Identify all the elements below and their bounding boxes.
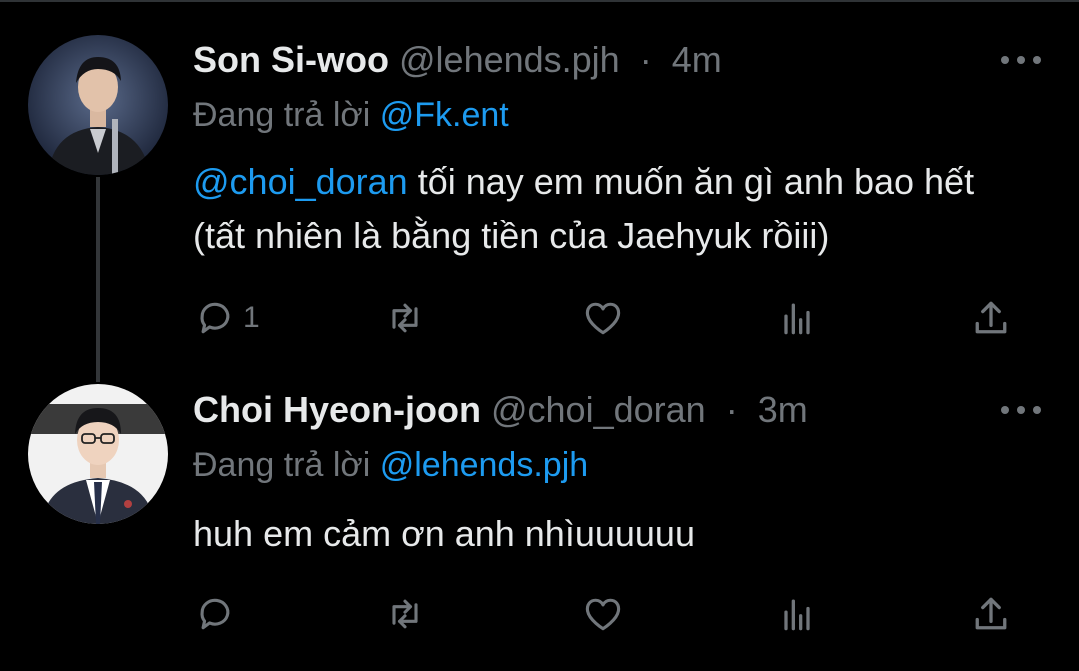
reply-icon: [200, 598, 230, 630]
retweet-icon: [392, 303, 418, 333]
user-handle[interactable]: @lehends.pjh: [399, 39, 620, 80]
avatar[interactable]: [28, 384, 168, 524]
views-button[interactable]: [775, 296, 819, 340]
retweet-button[interactable]: [383, 296, 427, 340]
share-button[interactable]: [969, 296, 1013, 340]
views-button[interactable]: [775, 592, 819, 636]
user-handle[interactable]: @choi_doran: [491, 389, 706, 430]
more-icon[interactable]: [1001, 400, 1041, 420]
views-icon: [784, 599, 810, 631]
display-name[interactable]: Son Si-woo: [193, 39, 389, 80]
timestamp[interactable]: 3m: [758, 389, 808, 430]
like-icon: [585, 598, 621, 631]
timestamp[interactable]: 4m: [672, 39, 722, 80]
tweet-header: Choi Hyeon-joon @choi_doran · 3m: [193, 388, 808, 432]
tweet-header: Son Si-woo @lehends.pjh · 4m: [193, 38, 722, 82]
reply-count: 1: [243, 301, 260, 334]
share-icon: [975, 597, 1007, 630]
views-icon: [784, 303, 810, 335]
tweet-actions: [193, 592, 1023, 636]
more-icon[interactable]: [1001, 50, 1041, 70]
reply-button[interactable]: 1: [193, 296, 260, 340]
retweet-button[interactable]: [383, 592, 427, 636]
tweet-text: huh em cảm ơn anh nhìuuuuuu: [193, 513, 695, 554]
replying-to-link[interactable]: @Fk.ent: [380, 96, 509, 134]
mention-link[interactable]: @choi_doran: [193, 161, 408, 202]
share-icon: [975, 301, 1007, 334]
display-name[interactable]: Choi Hyeon-joon: [193, 389, 481, 430]
separator-dot: ·: [639, 39, 652, 80]
avatar[interactable]: [28, 35, 168, 175]
retweet-icon: [392, 599, 418, 629]
tweet-actions: 1: [193, 296, 1023, 340]
separator-dot: ·: [725, 389, 738, 430]
replying-prefix: Đang trả lời: [193, 96, 371, 134]
replying-prefix: Đang trả lời: [193, 446, 371, 484]
reply-icon: [200, 302, 230, 334]
like-icon: [585, 302, 621, 335]
tweet-choi-hyeonjoon[interactable]: Choi Hyeon-joon @choi_doran · 3m Đang tr…: [0, 360, 1079, 671]
like-button[interactable]: [581, 296, 625, 340]
reply-button[interactable]: [193, 592, 243, 636]
share-button[interactable]: [969, 592, 1013, 636]
tweet-text: @choi_doran tối nay em muốn ăn gì anh ba…: [193, 155, 1013, 263]
like-button[interactable]: [581, 592, 625, 636]
replying-to-link[interactable]: @lehends.pjh: [380, 446, 588, 484]
tweet-son-siwoo[interactable]: Son Si-woo @lehends.pjh · 4m Đang trả lờ…: [0, 0, 1079, 360]
replying-to: Đang trả lời @lehends.pjh: [193, 443, 588, 487]
replying-to: Đang trả lời @Fk.ent: [193, 93, 509, 137]
